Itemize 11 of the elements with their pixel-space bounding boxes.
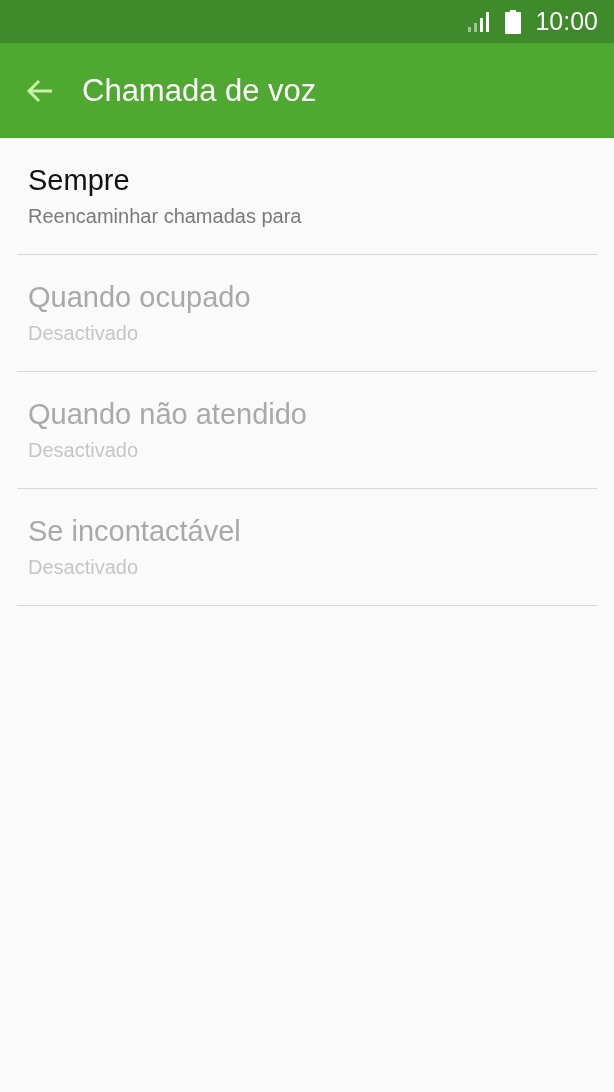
option-title: Quando não atendido bbox=[28, 398, 308, 431]
battery-icon bbox=[505, 9, 522, 34]
screen-title: Chamada de voz bbox=[82, 72, 317, 109]
option-subtitle: Reencaminhar chamadas para bbox=[28, 205, 303, 228]
signal-icon bbox=[467, 10, 492, 33]
back-arrow-icon[interactable] bbox=[26, 78, 54, 103]
option-title: Quando ocupado bbox=[28, 281, 252, 314]
option-title: Se incontactável bbox=[28, 515, 242, 548]
option-title: Sempre bbox=[28, 164, 131, 197]
status-time: 10:00 bbox=[535, 7, 598, 36]
forwarding-option[interactable]: Sempre Reencaminhar chamadas para bbox=[17, 138, 597, 255]
